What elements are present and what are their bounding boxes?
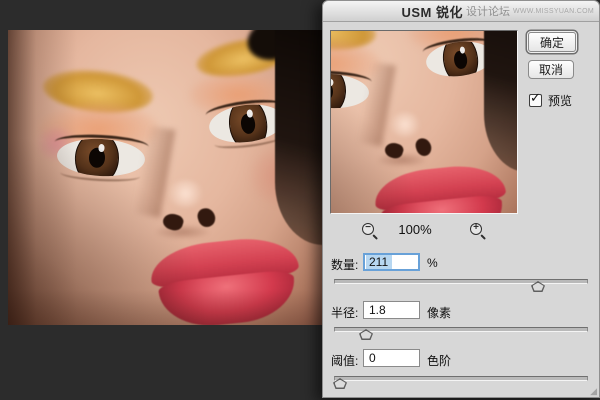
thumb-face bbox=[360, 330, 372, 339]
thumb-face bbox=[532, 282, 544, 291]
radius-input[interactable] bbox=[363, 301, 420, 319]
eye-left bbox=[54, 133, 149, 184]
radius-slider[interactable] bbox=[334, 324, 588, 340]
dialog-titlebar[interactable]: USM 锐化 设计论坛 WWW.MISSYUAN.COM bbox=[323, 1, 599, 22]
preview-checkbox-row: ✓ 预览 bbox=[529, 90, 573, 109]
nose-highlight bbox=[168, 180, 203, 207]
zoom-out-icon[interactable]: − bbox=[362, 222, 378, 240]
threshold-label: 阈值: bbox=[331, 354, 359, 368]
dialog-title: USM 锐化 bbox=[401, 4, 463, 20]
minus-glyph: − bbox=[365, 222, 371, 233]
preview-checkbox[interactable]: ✓ bbox=[529, 90, 542, 107]
magnifier-handle bbox=[372, 233, 378, 240]
amount-label: 数量: bbox=[331, 258, 359, 272]
radius-unit: 像素 bbox=[427, 306, 452, 320]
ok-button[interactable]: 确定 bbox=[528, 32, 576, 52]
watermark-url: WWW.MISSYUAN.COM bbox=[512, 7, 594, 15]
portrait-face bbox=[8, 30, 322, 325]
slider-track bbox=[334, 327, 588, 332]
checkmark-icon: ✓ bbox=[530, 90, 541, 105]
preview-zoom-controls: − 100% + bbox=[323, 221, 523, 240]
threshold-slider[interactable] bbox=[333, 373, 588, 389]
lips bbox=[148, 233, 304, 325]
nose-base-shadow bbox=[378, 152, 426, 167]
cancel-button[interactable]: 取消 bbox=[528, 60, 574, 79]
hair bbox=[274, 30, 322, 246]
nose-highlight bbox=[389, 111, 421, 137]
slider-track bbox=[334, 376, 588, 381]
preview-checkbox-label: 预览 bbox=[548, 94, 573, 108]
zoom-in-icon[interactable]: + bbox=[470, 222, 486, 240]
amount-input[interactable] bbox=[363, 253, 420, 271]
magnifier-handle bbox=[480, 233, 486, 240]
threshold-unit: 色阶 bbox=[427, 354, 452, 368]
radius-label: 半径: bbox=[331, 306, 359, 320]
resize-grip-icon[interactable]: ◢ bbox=[590, 387, 597, 396]
threshold-input[interactable] bbox=[363, 349, 420, 367]
thumb-face bbox=[334, 379, 346, 388]
zoom-level-text: 100% bbox=[398, 222, 432, 237]
usm-sharpen-dialog: USM 锐化 设计论坛 WWW.MISSYUAN.COM 确定 取消 ✓ 预览 … bbox=[322, 0, 600, 398]
slider-track bbox=[334, 279, 588, 284]
portrait-photo-canvas[interactable] bbox=[8, 30, 322, 325]
filter-preview[interactable] bbox=[330, 30, 518, 214]
watermark-text: 设计论坛 bbox=[465, 6, 510, 18]
amount-unit: % bbox=[427, 256, 438, 270]
plus-glyph: + bbox=[473, 222, 479, 233]
preview-face-crop bbox=[331, 31, 517, 213]
amount-slider[interactable] bbox=[334, 276, 588, 292]
